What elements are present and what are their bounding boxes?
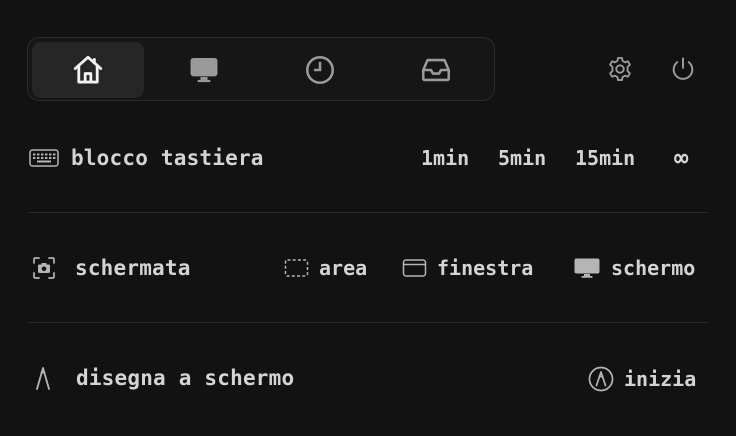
screenshot-screen-option[interactable]: schermo <box>573 256 695 280</box>
screenshot-label: schermata <box>75 256 191 280</box>
start-drawing-button[interactable]: inizia <box>588 366 696 392</box>
screen-label: schermo <box>611 256 696 280</box>
divider <box>28 322 708 323</box>
keyboard-icon <box>29 148 59 168</box>
compass-pen-icon <box>34 365 52 391</box>
draw-start-icon <box>588 366 614 392</box>
tab-screen[interactable] <box>148 42 260 98</box>
lock-1min-option[interactable]: 1min <box>421 146 469 170</box>
settings-button[interactable] <box>604 53 636 85</box>
divider <box>28 212 708 213</box>
lock-infinite-option[interactable]: ∞ <box>674 144 688 172</box>
tab-inbox[interactable] <box>380 42 492 98</box>
lock-15min-option[interactable]: 15min <box>575 146 635 170</box>
tab-home[interactable] <box>32 42 144 98</box>
power-icon <box>672 57 694 80</box>
monitor-icon <box>574 258 600 278</box>
draw-label: disegna a schermo <box>76 366 295 390</box>
keyboard-lock-label: blocco tastiera <box>71 146 264 170</box>
start-label: inizia <box>624 367 697 391</box>
screenshot-area-option[interactable]: area <box>284 256 367 280</box>
screenshot-window-option[interactable]: finestra <box>402 256 533 280</box>
home-icon <box>73 55 103 84</box>
area-label: area <box>319 256 368 280</box>
tab-history[interactable] <box>264 42 376 98</box>
lock-5min-option[interactable]: 5min <box>498 146 546 170</box>
monitor-icon <box>190 57 218 83</box>
inbox-icon <box>421 58 451 82</box>
window-icon <box>402 259 427 277</box>
camera-icon <box>32 256 56 280</box>
selection-area-icon <box>284 259 309 277</box>
gear-icon <box>609 56 631 82</box>
window-label: finestra <box>437 256 534 280</box>
clock-icon <box>305 55 335 85</box>
tab-bar <box>27 37 495 101</box>
power-button[interactable] <box>667 53 699 85</box>
